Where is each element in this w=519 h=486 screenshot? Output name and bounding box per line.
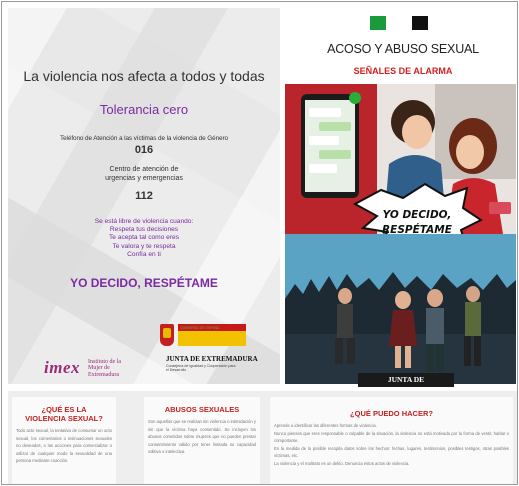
black-square-icon [412,16,428,30]
gobierno-logo-text: GOBIERNO DE ESPAÑA [180,326,220,330]
info-column-1: ¿QUÉ ES LA VIOLENCIA SEXUAL? Todo acto s… [12,397,116,484]
illustration: YO DECIDO, RESPÉTAME [285,84,516,384]
junta-logo-text: JUNTA DE EXTREMADURA [166,355,258,363]
man-face [402,115,432,149]
junta-logo-subtext: Consejería de Igualdad y Cooperación par… [166,364,236,373]
free-list-item: Confía en ti [127,250,161,258]
left-panel: La violencia nos afecta a todos y todas … [8,8,280,384]
col3-line: La violencia y el maltrato es un delito.… [274,460,410,466]
headline: La violencia nos afecta a todos y todas [23,68,265,84]
col3-line: En la medida de lo posible recopila dato… [274,445,509,459]
bottom-strip: ¿QUÉ ES LA VIOLENCIA SEXUAL? Todo acto s… [8,391,517,484]
info-column-3: ¿QUÉ PUEDO HACER? Aprende a identificar … [270,397,513,484]
col2-text: Son aquellos que se realizan sin violenc… [148,419,256,455]
illustration-svg: YO DECIDO, RESPÉTAME [285,84,516,384]
col2-title: ABUSOS SEXUALES [164,405,240,414]
woman-face [456,135,484,169]
emergency-label-line-2: urgencias y emergencias [105,174,183,182]
flag-squares [370,16,430,30]
man-right-shirt [426,308,444,344]
free-list-item: Se está libre de violencia cuando: [94,218,194,225]
col1-title-line-2: VIOLENCIA SEXUAL? [25,414,103,423]
green-square-icon [370,16,386,30]
book-icon [489,202,511,214]
tolerance-text: Tolerancia cero [99,102,189,117]
col3-line: Aprende a identificar las diferentes for… [274,423,377,428]
dancer-left [337,304,353,338]
col1-title: ¿QUÉ ES LA VIOLENCIA SEXUAL? [12,405,116,423]
flyer-page: La violencia nos afecta a todos y todas … [1,1,518,485]
col1-text: Todo acto sexual, la tentativa de consum… [16,428,112,464]
emergency-center-label: Centro de atención de urgencias y emerge… [8,166,280,183]
info-column-2: ABUSOS SEXUALES Son aquellos que se real… [144,397,260,484]
junta-badge: JUNTA DE EXTREMADURA [358,373,454,398]
woman-dress [389,310,417,346]
slogan: YO DECIDO, RESPÉTAME [70,276,218,290]
col1-title-line-1: ¿QUÉ ES LA [41,405,87,414]
free-list-item: Te valora y te respeta [112,242,176,250]
emergency-number: 112 [135,190,153,202]
emergency-label-line-1: Centro de atención de [109,166,179,173]
free-of-violence-list: Se está libre de violencia cuando: Respe… [8,218,280,259]
col3-line: Nunca pienses que eres responsable o cul… [274,430,509,444]
phone-label: Teléfono de Atención a las víctimas de l… [60,135,228,142]
right-title: ACOSO Y ABUSO SEXUAL [327,42,479,56]
whatsapp-icon [349,92,361,104]
imex-logo: imex [44,358,80,377]
gobierno-espana-logo: GOBIERNO DE ESPAÑA [160,324,246,348]
right-subtitle: SEÑALES DE ALARMA [353,66,453,76]
free-list-item: Respeta tus decisiones [109,226,179,234]
coat-of-arms-icon [160,324,174,346]
phone-number: 016 [134,144,154,156]
free-list-item: Te acepta tal como eres [108,234,179,242]
imex-logo-subtext: Instituto de la Mujer de Extremadura [88,359,121,378]
col3-title: ¿QUÉ PUEDO HACER? [350,409,433,418]
bubble-text-1: YO DECIDO, [383,209,452,221]
